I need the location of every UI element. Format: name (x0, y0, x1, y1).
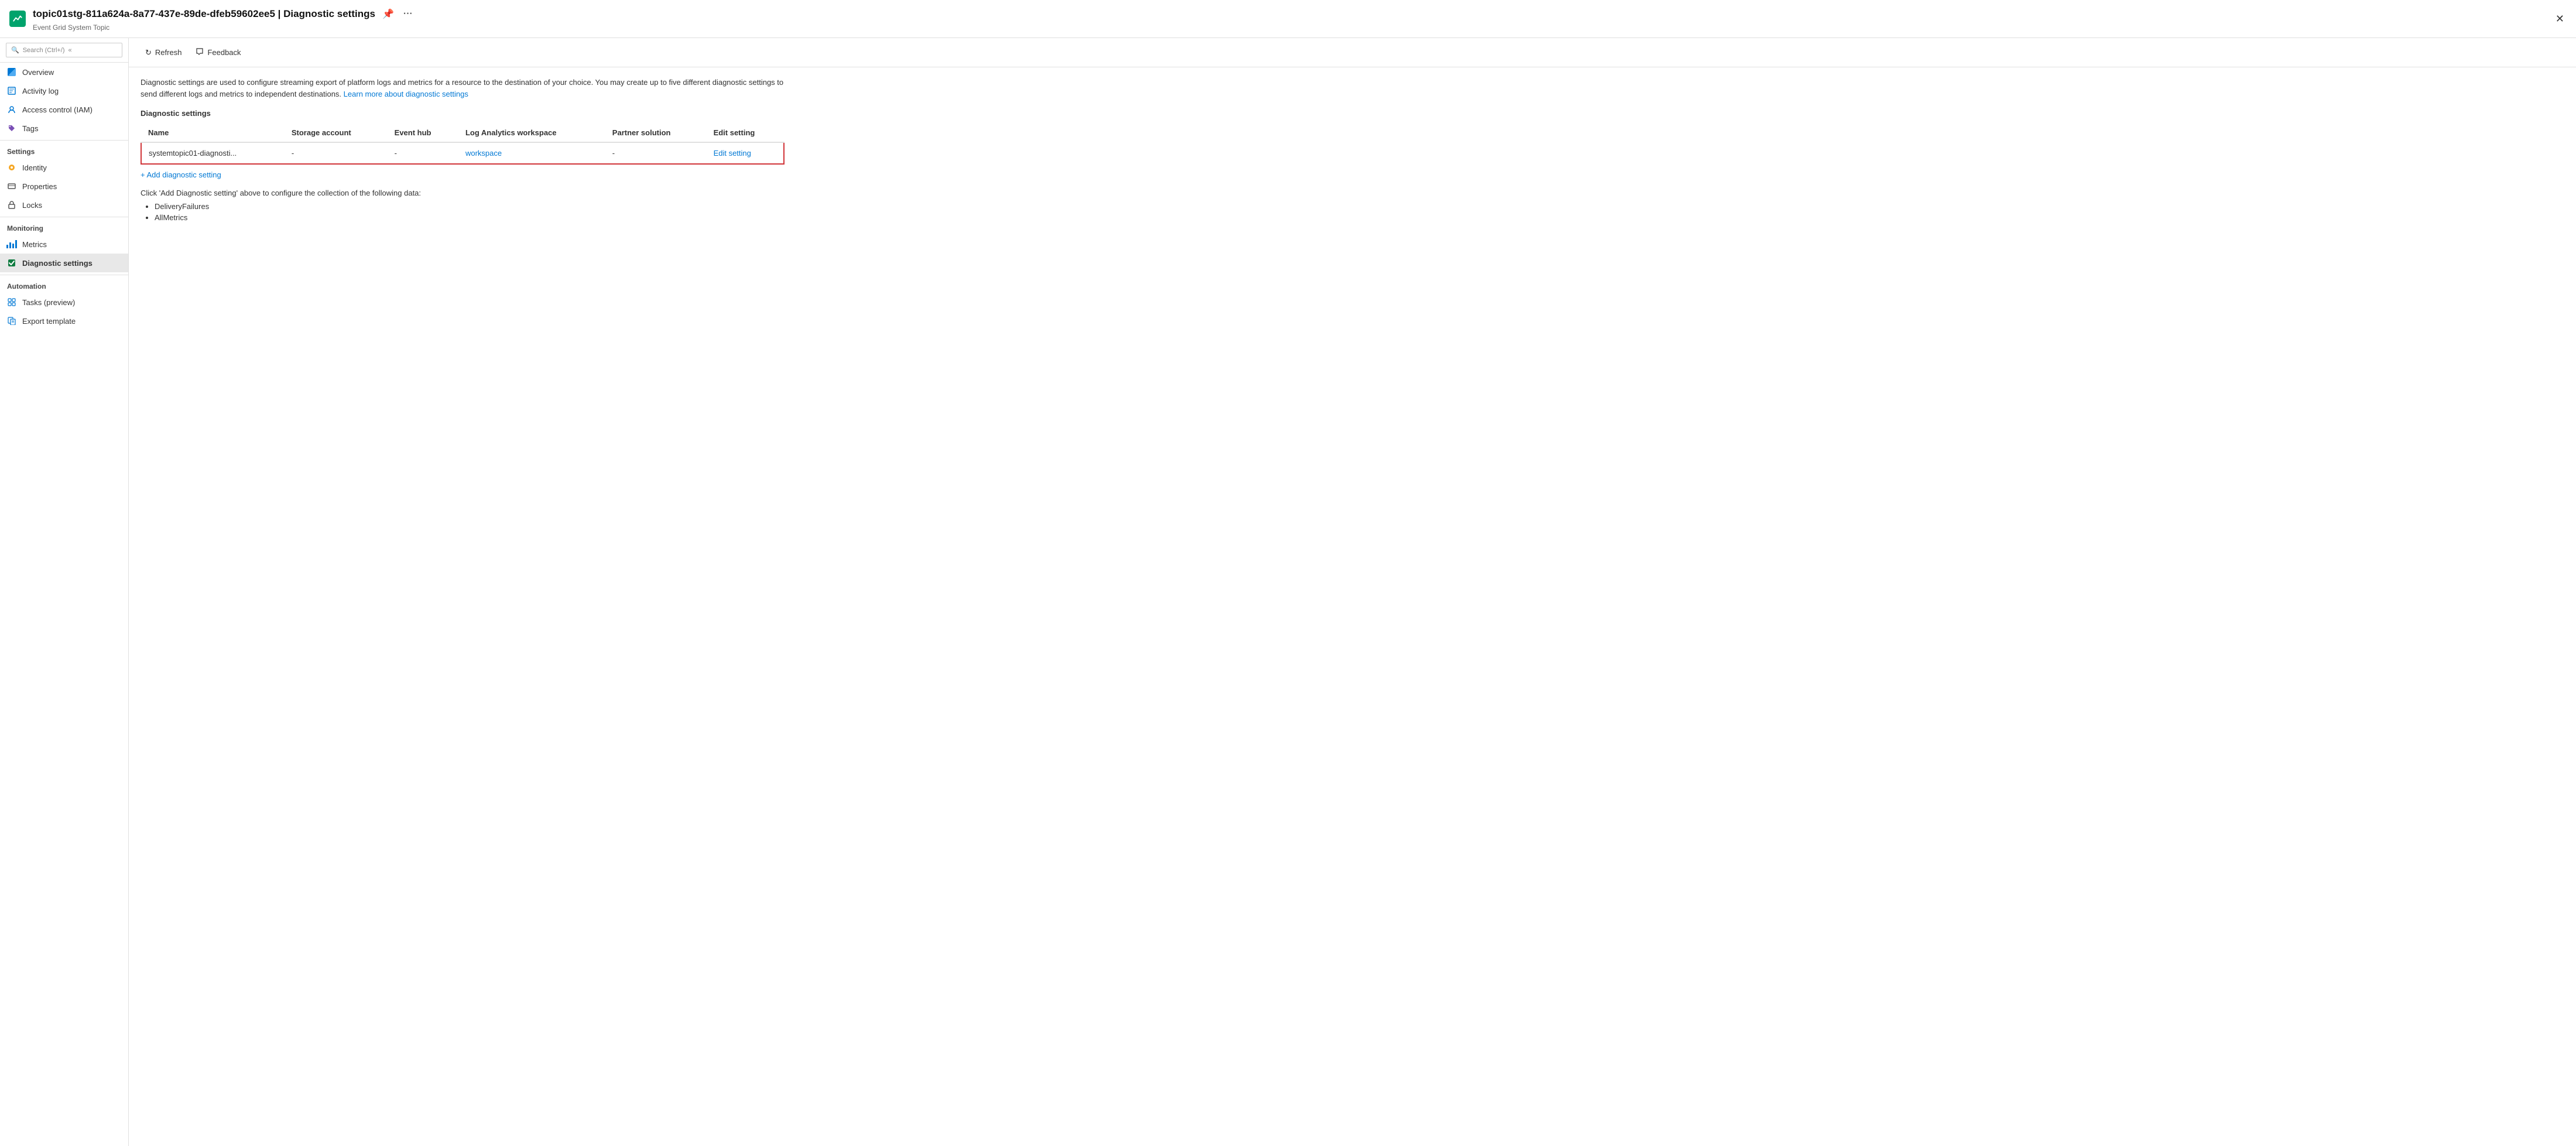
iam-icon (7, 105, 16, 114)
app-container: topic01stg-811a624a-8a77-437e-89de-dfeb5… (0, 0, 2576, 1146)
sidebar-item-label: Identity (22, 163, 47, 172)
sidebar: 🔍 Search (Ctrl+/) « Overview Activity lo… (0, 38, 129, 1146)
locks-icon (7, 200, 16, 210)
sidebar-item-properties[interactable]: Properties (0, 177, 128, 196)
diagnostic-settings-icon (7, 258, 16, 268)
sidebar-item-label: Locks (22, 201, 42, 210)
automation-section-label: Automation (0, 275, 128, 293)
close-button[interactable]: ✕ (2553, 11, 2567, 28)
refresh-icon: ↻ (145, 48, 152, 57)
sidebar-item-label: Activity log (22, 87, 59, 95)
header: topic01stg-811a624a-8a77-437e-89de-dfeb5… (0, 0, 2576, 38)
feedback-icon (196, 47, 204, 57)
learn-more-link[interactable]: Learn more about diagnostic settings (344, 90, 468, 98)
content-body: Diagnostic settings are used to configur… (129, 67, 2576, 234)
table-header: Name Storage account Event hub Log Analy… (141, 124, 784, 142)
cell-name: systemtopic01-diagnosti... (141, 142, 285, 164)
search-placeholder: Search (Ctrl+/) (23, 47, 65, 54)
search-input-wrapper[interactable]: 🔍 Search (Ctrl+/) « (6, 43, 122, 57)
sidebar-search-container: 🔍 Search (Ctrl+/) « (0, 38, 128, 63)
sidebar-item-export-template[interactable]: Export template (0, 312, 128, 330)
description-text: Diagnostic settings are used to configur… (141, 77, 785, 100)
col-storage: Storage account (285, 124, 388, 142)
list-item: DeliveryFailures (155, 202, 2564, 211)
table-body: systemtopic01-diagnosti... - - workspace… (141, 142, 784, 164)
header-subtitle: Event Grid System Topic (33, 23, 2553, 32)
col-log-analytics: Log Analytics workspace (458, 124, 605, 142)
diagnostic-settings-table: Name Storage account Event hub Log Analy… (141, 124, 785, 165)
settings-section-label: Settings (0, 140, 128, 158)
sidebar-item-label: Export template (22, 317, 76, 326)
sidebar-item-metrics[interactable]: Metrics (0, 235, 128, 254)
sidebar-item-activity-log[interactable]: Activity log (0, 81, 128, 100)
export-icon (7, 316, 16, 326)
cell-storage: - (285, 142, 388, 164)
overview-icon (7, 67, 16, 77)
sidebar-item-label: Tasks (preview) (22, 298, 75, 307)
col-event-hub: Event hub (388, 124, 458, 142)
col-edit-setting: Edit setting (707, 124, 784, 142)
cell-partner-solution: - (605, 142, 707, 164)
properties-icon (7, 182, 16, 191)
sidebar-item-label: Overview (22, 68, 54, 77)
tags-icon (7, 124, 16, 133)
sidebar-item-locks[interactable]: Locks (0, 196, 128, 214)
table-row: systemtopic01-diagnosti... - - workspace… (141, 142, 784, 164)
monitoring-section-label: Monitoring (0, 217, 128, 235)
activity-log-icon (7, 86, 16, 95)
sidebar-item-identity[interactable]: Identity (0, 158, 128, 177)
content-area: ↻ Refresh Feedback Diagnostic settings a… (129, 38, 2576, 1146)
header-actions: ✕ (2553, 11, 2567, 28)
sidebar-item-tasks-preview[interactable]: Tasks (preview) (0, 293, 128, 312)
refresh-button[interactable]: ↻ Refresh (138, 45, 189, 61)
toolbar: ↻ Refresh Feedback (129, 38, 2576, 67)
col-name: Name (141, 124, 285, 142)
more-button[interactable]: ··· (401, 6, 415, 22)
identity-icon (7, 163, 16, 172)
sidebar-item-label: Tags (22, 124, 38, 133)
sidebar-item-label: Access control (IAM) (22, 105, 93, 114)
sidebar-item-label: Diagnostic settings (22, 259, 93, 268)
sidebar-item-overview[interactable]: Overview (0, 63, 128, 81)
page-title: topic01stg-811a624a-8a77-437e-89de-dfeb5… (33, 6, 2553, 22)
tasks-icon (7, 297, 16, 307)
cell-edit-setting: Edit setting (707, 142, 784, 164)
app-icon (9, 11, 26, 27)
sidebar-item-label: Properties (22, 182, 57, 191)
add-diagnostic-setting-link[interactable]: + Add diagnostic setting (141, 170, 221, 179)
workspace-link[interactable]: workspace (465, 149, 502, 158)
feedback-button[interactable]: Feedback (189, 44, 248, 61)
col-partner-solution: Partner solution (605, 124, 707, 142)
configure-text: Click 'Add Diagnostic setting' above to … (141, 189, 2564, 197)
header-title-block: topic01stg-811a624a-8a77-437e-89de-dfeb5… (33, 6, 2553, 32)
collapse-button[interactable]: « (68, 47, 72, 54)
sidebar-item-label: Metrics (22, 240, 47, 249)
metrics-icon (7, 240, 16, 249)
table-header-row: Name Storage account Event hub Log Analy… (141, 124, 784, 142)
data-types-list: DeliveryFailures AllMetrics (141, 202, 2564, 222)
section-title: Diagnostic settings (141, 109, 2564, 118)
sidebar-item-diagnostic-settings[interactable]: Diagnostic settings (0, 254, 128, 272)
cell-event-hub: - (388, 142, 458, 164)
sidebar-item-iam[interactable]: Access control (IAM) (0, 100, 128, 119)
sidebar-item-tags[interactable]: Tags (0, 119, 128, 138)
list-item: AllMetrics (155, 213, 2564, 222)
edit-setting-link[interactable]: Edit setting (714, 149, 751, 158)
pin-button[interactable]: 📌 (380, 6, 396, 22)
main-layout: 🔍 Search (Ctrl+/) « Overview Activity lo… (0, 38, 2576, 1146)
cell-log-analytics: workspace (458, 142, 605, 164)
search-icon: 🔍 (11, 46, 19, 54)
